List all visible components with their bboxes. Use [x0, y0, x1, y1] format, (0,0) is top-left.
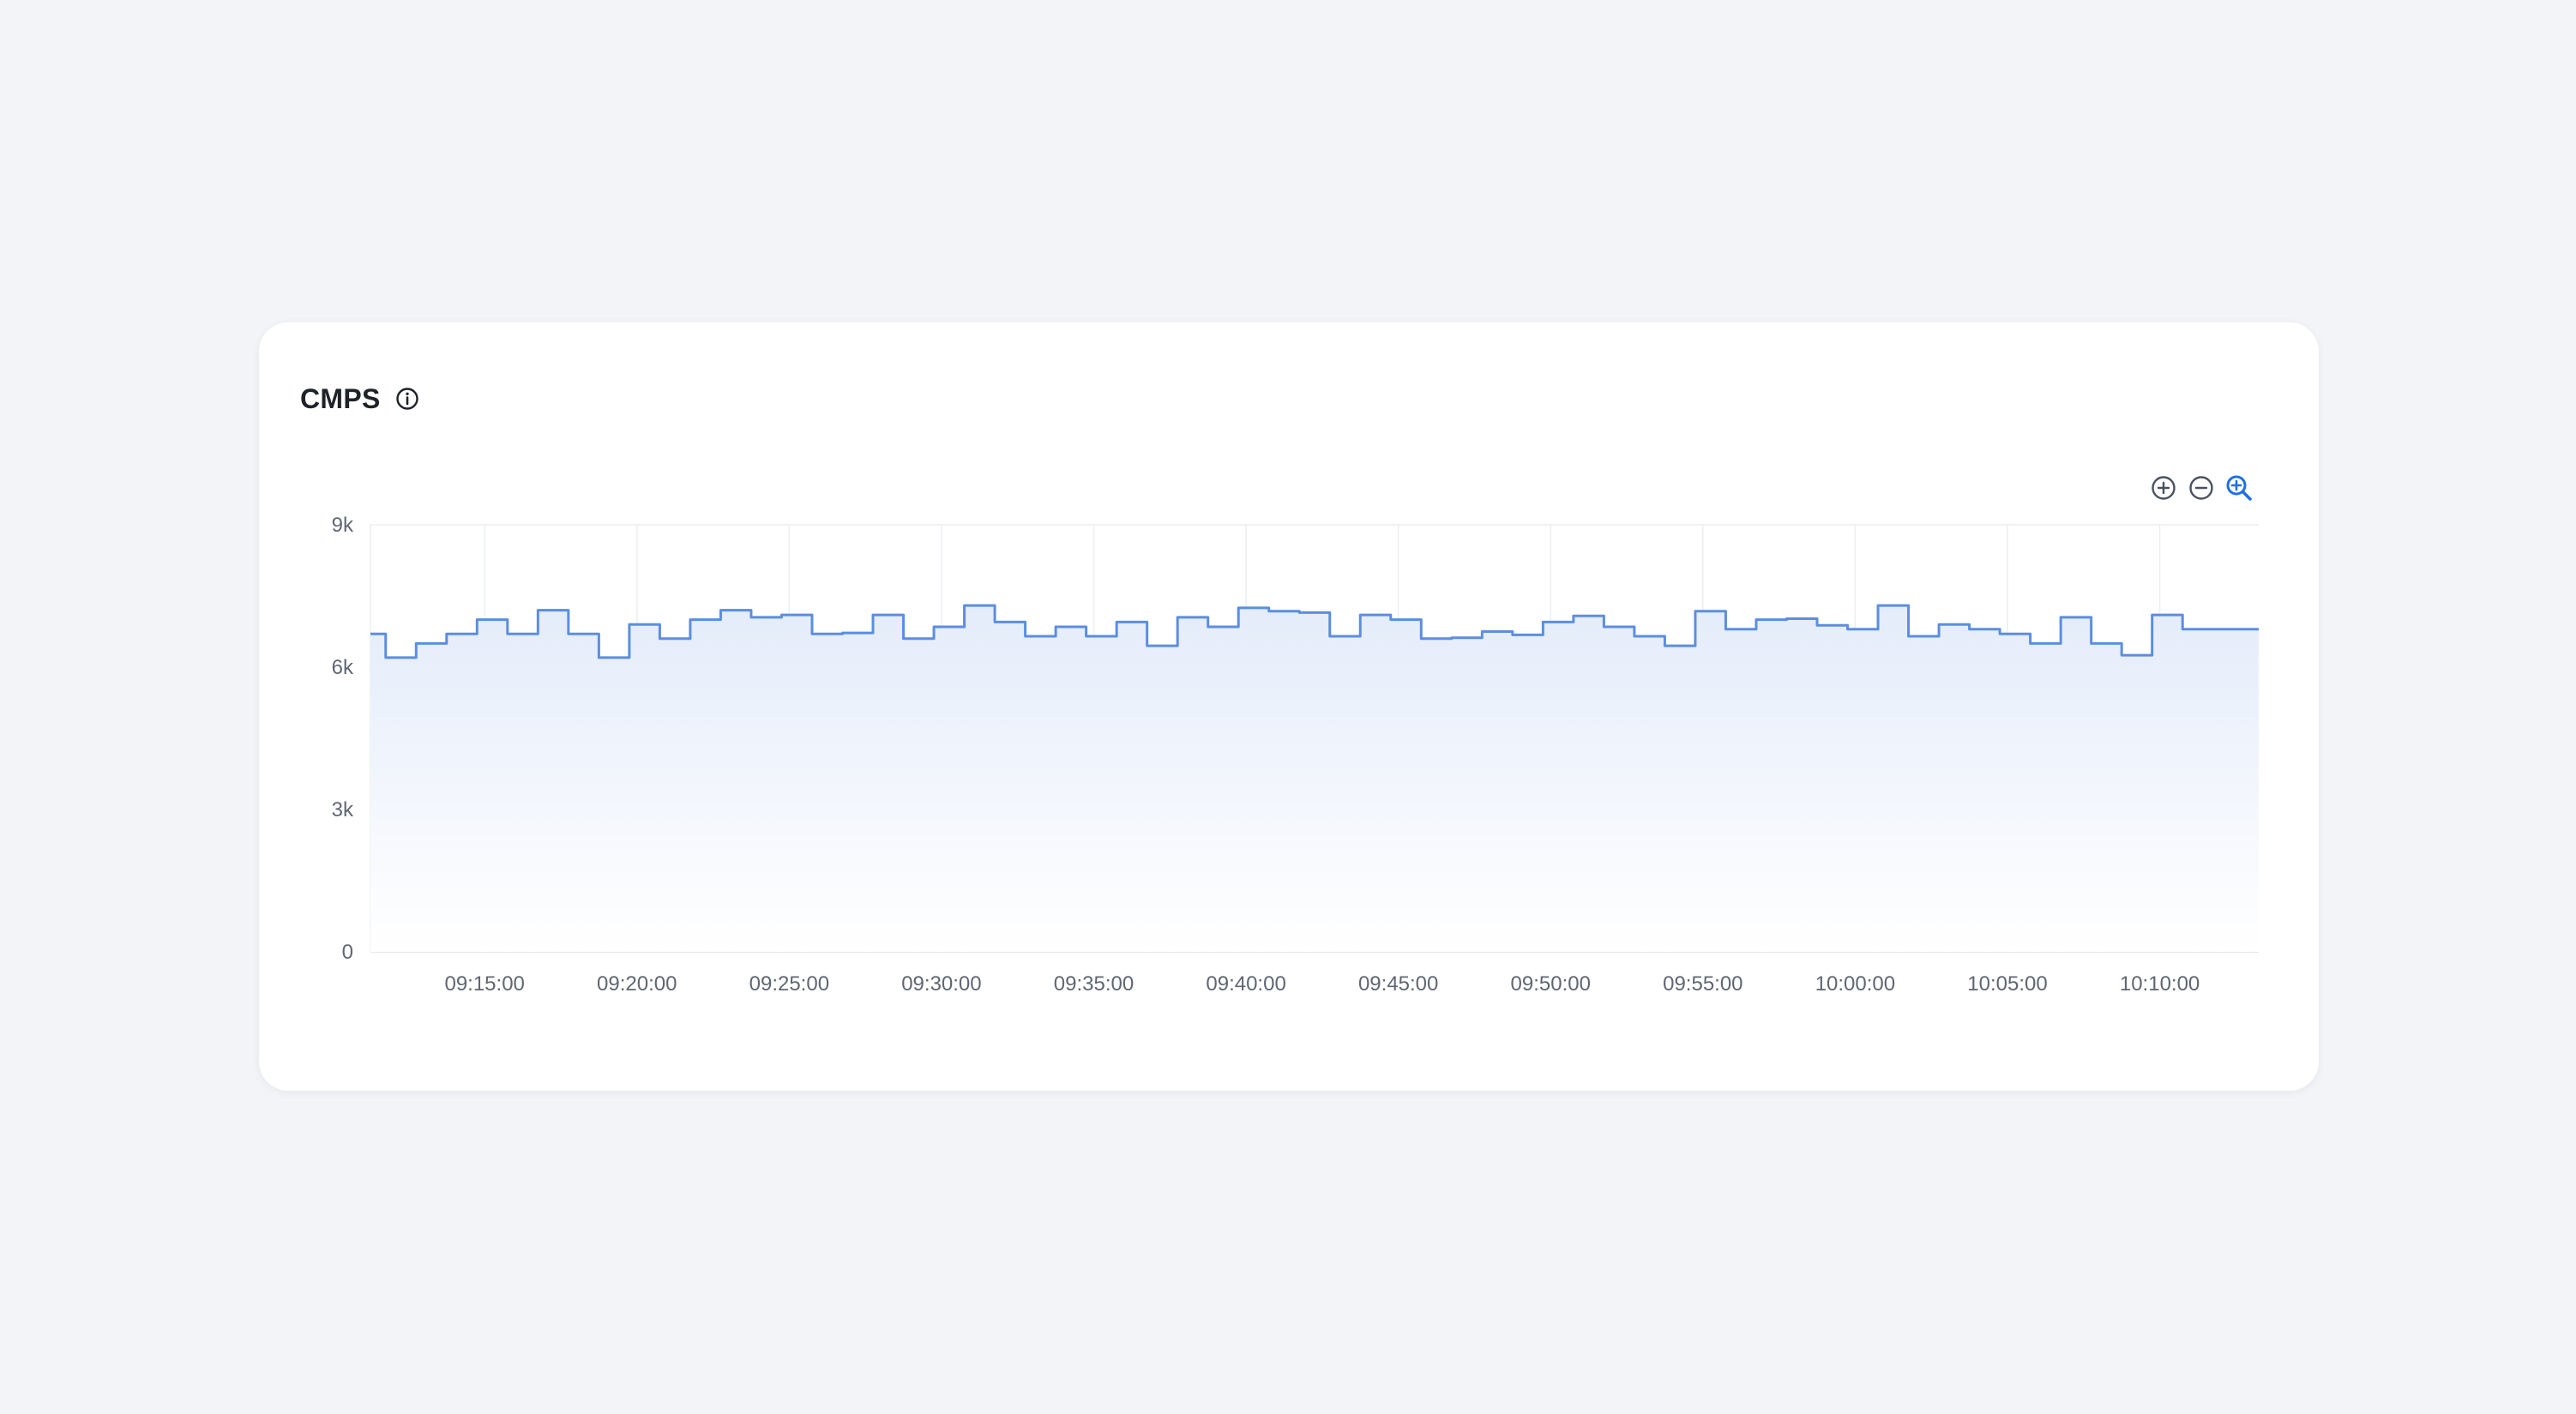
series-point[interactable]: [1448, 635, 1455, 641]
chart-zoom-toolbar: [2149, 473, 2254, 502]
x-tick-label: 10:05:00: [1967, 972, 2047, 996]
series-point[interactable]: [1144, 642, 1151, 649]
y-axis: 0 3k 6k 9k: [332, 514, 354, 964]
series-point[interactable]: [1539, 618, 1546, 625]
series-point[interactable]: [870, 611, 876, 618]
zoom-reset-icon[interactable]: [2224, 473, 2254, 502]
series-point[interactable]: [2057, 614, 2064, 621]
series-point[interactable]: [1722, 626, 1729, 633]
series-point[interactable]: [1996, 630, 2003, 637]
zoom-out-icon[interactable]: [2187, 473, 2216, 502]
card-header: CMPS: [300, 377, 420, 420]
series-point[interactable]: [1266, 608, 1273, 615]
series-point[interactable]: [778, 611, 785, 618]
x-tick-label: 09:40:00: [1206, 972, 1285, 996]
series-point[interactable]: [412, 640, 419, 647]
x-tick-label: 09:15:00: [444, 972, 524, 996]
series-point[interactable]: [1784, 616, 1791, 623]
chart-card: 0 3k 6k 9k 09:15:00 09:20:00 09:25:00 09:30:00…: [259, 322, 2319, 1091]
series-point[interactable]: [504, 630, 511, 637]
y-tick-label: 6k: [332, 656, 354, 679]
series-point[interactable]: [2027, 640, 2034, 647]
x-tick-label: 10:00:00: [1815, 972, 1895, 996]
series-point[interactable]: [1296, 609, 1303, 616]
series-point[interactable]: [2240, 626, 2247, 633]
series-point[interactable]: [1570, 612, 1577, 619]
series-point[interactable]: [1753, 617, 1760, 623]
x-tick-label: 09:50:00: [1511, 972, 1591, 996]
series-point[interactable]: [367, 630, 374, 637]
series-point[interactable]: [900, 635, 907, 642]
series-point[interactable]: [565, 630, 572, 637]
chart-title: CMPS: [300, 382, 381, 414]
x-tick-label: 09:30:00: [901, 972, 981, 996]
series-point[interactable]: [534, 607, 541, 614]
series-point[interactable]: [2149, 611, 2156, 618]
y-tick-label: 9k: [332, 514, 354, 537]
series-point[interactable]: [1875, 602, 1881, 609]
x-tick-label: 09:35:00: [1054, 972, 1134, 996]
series-point[interactable]: [1052, 623, 1059, 630]
series-point[interactable]: [2088, 640, 2095, 647]
series-point[interactable]: [626, 621, 633, 628]
series-point[interactable]: [1327, 633, 1333, 640]
series-point[interactable]: [1083, 633, 1090, 640]
page-background: 0 3k 6k 9k 09:15:00 09:20:00 09:25:00 09:30:00…: [0, 0, 2576, 1414]
x-tick-label: 09:45:00: [1358, 972, 1438, 996]
x-axis: 09:15:00 09:20:00 09:25:00 09:30:00 09:35:00…: [444, 972, 2200, 996]
series-point[interactable]: [1417, 635, 1424, 642]
series-point[interactable]: [1235, 605, 1242, 611]
series-area-fill: [370, 605, 2259, 952]
x-tick-label: 09:55:00: [1663, 972, 1742, 996]
series-area: [370, 605, 2259, 952]
series-point[interactable]: [1966, 626, 1973, 633]
series-point[interactable]: [1478, 629, 1485, 635]
series-point[interactable]: [1022, 633, 1029, 640]
series-point[interactable]: [1692, 608, 1699, 615]
x-tick-label: 09:20:00: [597, 972, 677, 996]
series-point[interactable]: [1113, 618, 1120, 625]
series-point[interactable]: [748, 614, 755, 621]
series-point[interactable]: [1357, 611, 1363, 618]
series-point[interactable]: [2118, 652, 2125, 659]
series-point[interactable]: [1661, 642, 1668, 649]
series-point[interactable]: [443, 630, 450, 637]
series-point[interactable]: [1205, 623, 1212, 630]
series-point[interactable]: [809, 630, 816, 637]
series-point[interactable]: [656, 635, 663, 642]
series-point[interactable]: [1905, 633, 1912, 640]
series-point[interactable]: [687, 617, 694, 623]
x-tick-label: 09:25:00: [749, 972, 829, 996]
info-circle-icon[interactable]: [394, 386, 420, 412]
series-point[interactable]: [1935, 621, 1942, 628]
series-point[interactable]: [961, 602, 968, 609]
series-point[interactable]: [2210, 626, 2217, 633]
y-tick-label: 0: [342, 941, 353, 964]
cmps-chart: 0 3k 6k 9k 09:15:00 09:20:00 09:25:00 09:30:00…: [332, 514, 2259, 996]
series-point[interactable]: [473, 617, 480, 623]
y-tick-label: 3k: [332, 798, 354, 821]
series-point[interactable]: [1600, 623, 1607, 630]
series-point[interactable]: [1814, 622, 1821, 629]
series-point[interactable]: [595, 654, 602, 661]
series-point[interactable]: [1174, 614, 1181, 621]
series-point[interactable]: [717, 607, 724, 614]
zoom-in-icon[interactable]: [2149, 473, 2178, 502]
series-point[interactable]: [1387, 617, 1394, 623]
series-point[interactable]: [840, 629, 846, 636]
series-point[interactable]: [1845, 626, 1851, 633]
series-point[interactable]: [1509, 631, 1516, 638]
series-point[interactable]: [930, 623, 937, 630]
series-point[interactable]: [991, 618, 998, 625]
series-point[interactable]: [1631, 633, 1638, 640]
series-point[interactable]: [2179, 626, 2186, 633]
series-point[interactable]: [382, 654, 389, 661]
x-tick-label: 10:10:00: [2120, 972, 2200, 996]
